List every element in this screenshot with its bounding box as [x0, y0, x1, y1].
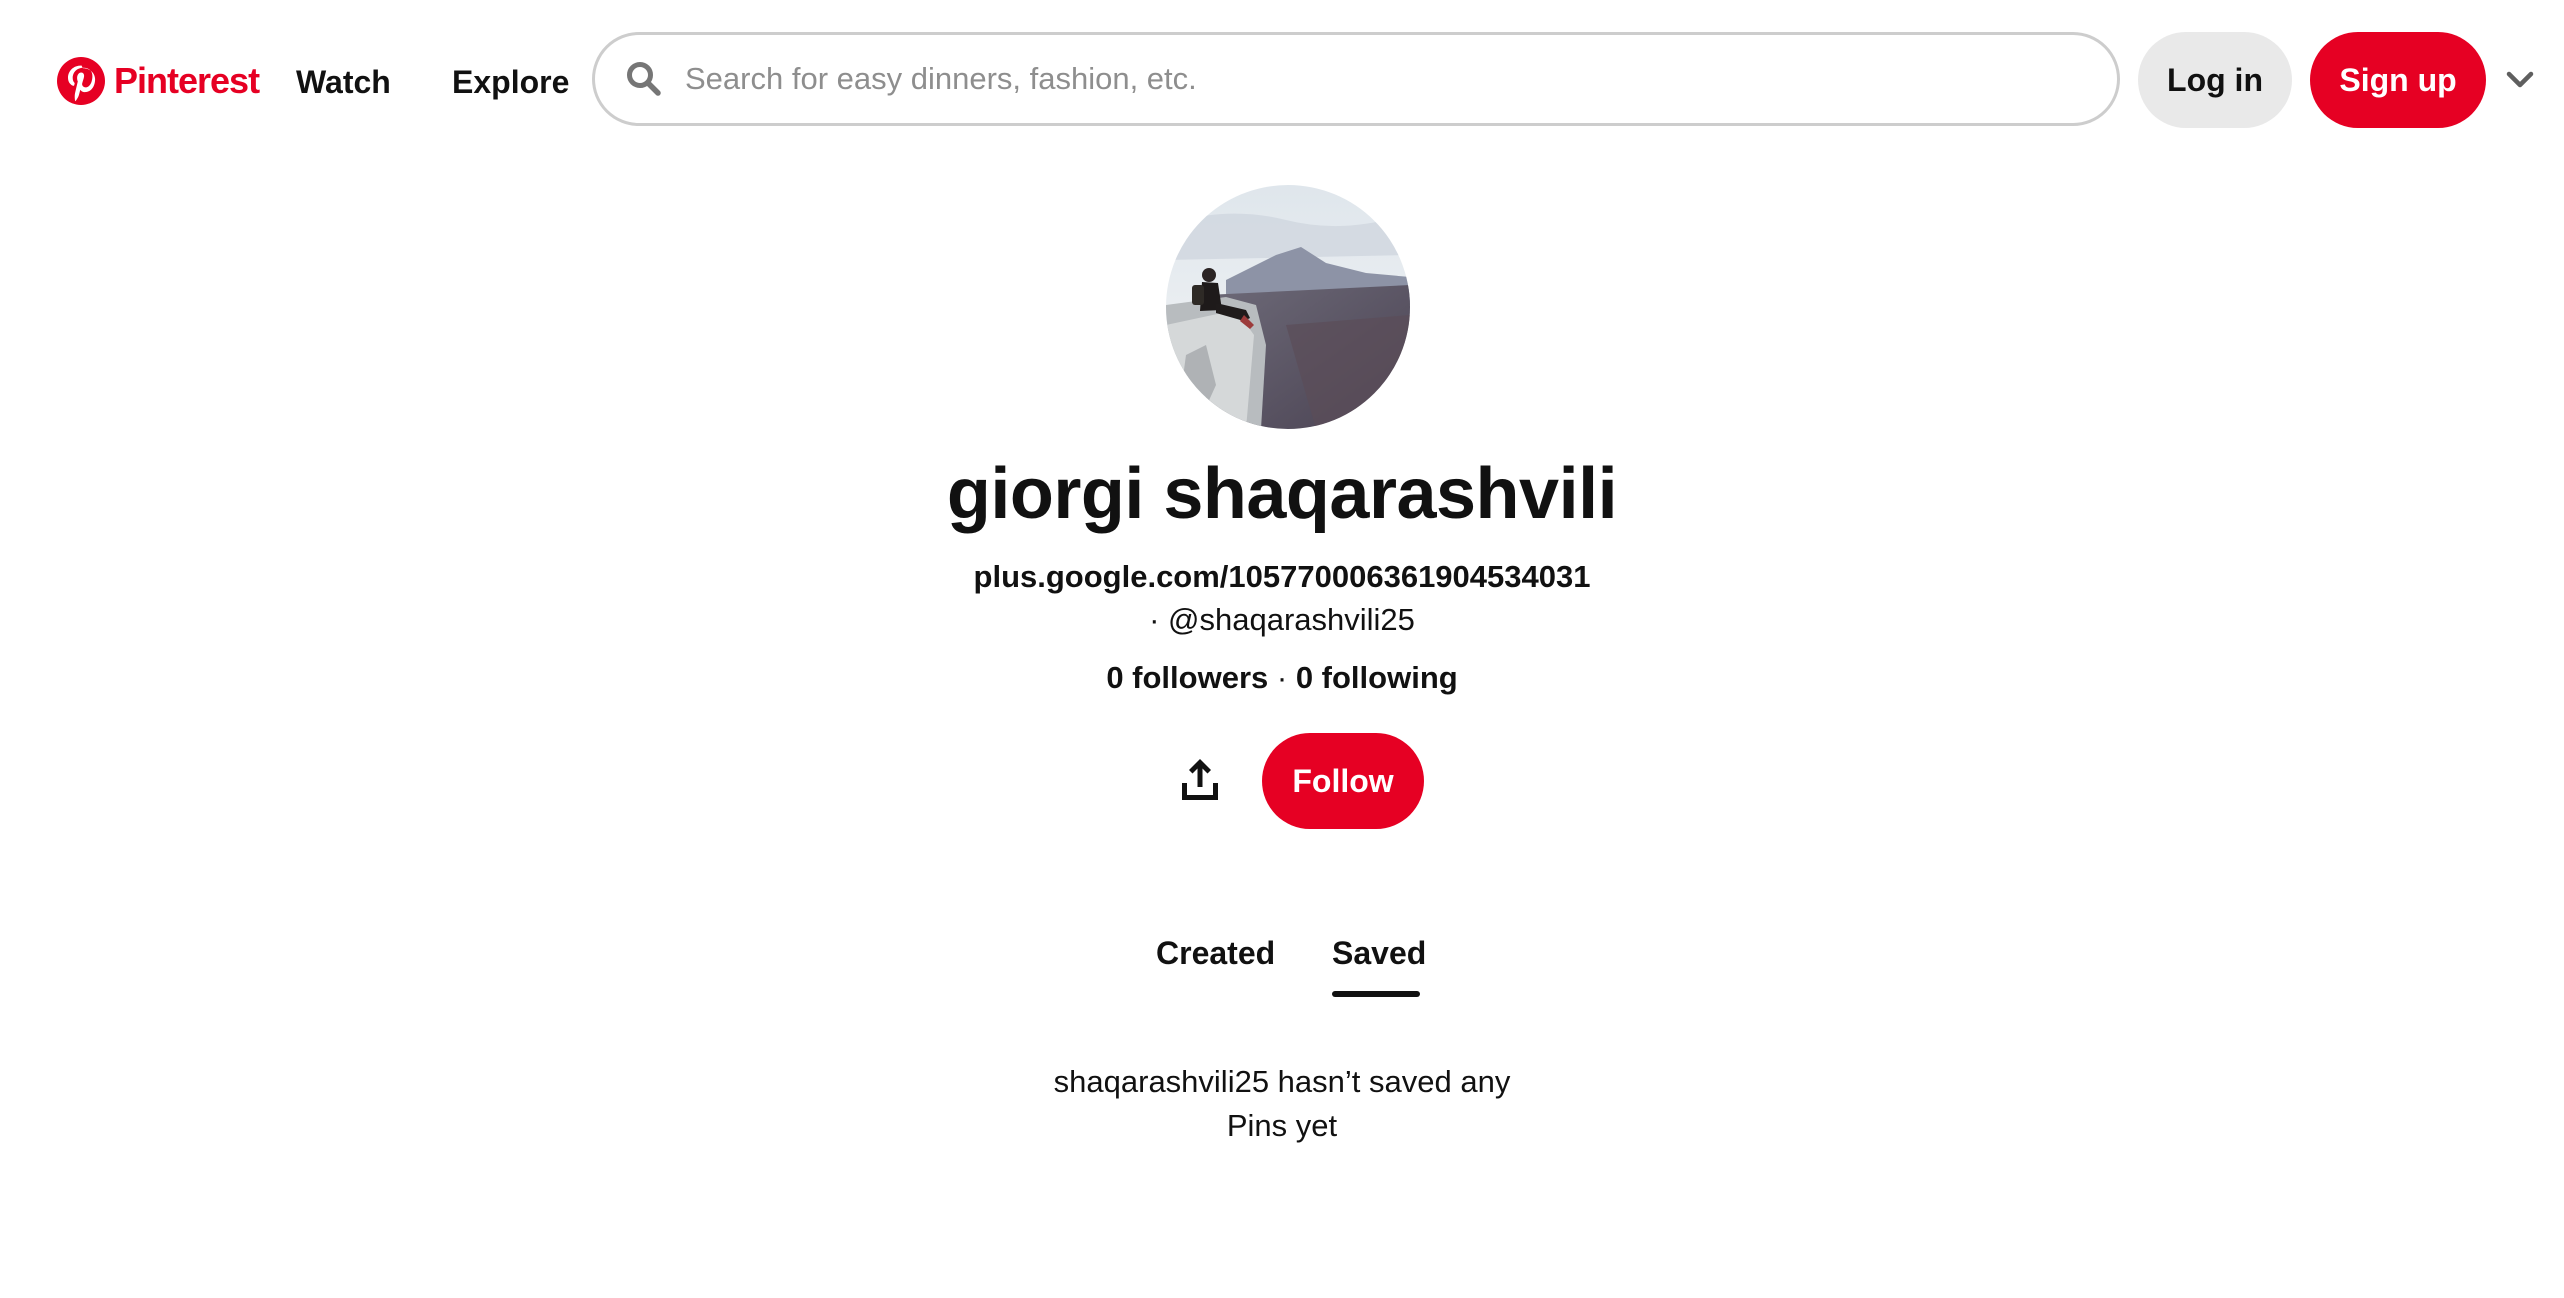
following-count[interactable]: 0 following [1296, 660, 1458, 695]
follow-button[interactable]: Follow [1262, 733, 1424, 829]
nav-explore-link[interactable]: Explore [452, 52, 569, 112]
profile-handle-line: · @shaqarashvili25 [0, 602, 2564, 638]
search-bar[interactable] [592, 32, 2120, 126]
active-tab-indicator [1332, 991, 1420, 997]
empty-state-line-1: shaqarashvili25 hasn’t saved any [1053, 1064, 1511, 1099]
top-navigation-bar: Pinterest Watch Explore Log in Sign up [0, 0, 2564, 165]
share-icon[interactable] [1176, 755, 1224, 803]
stats-separator: · [1268, 660, 1296, 695]
search-input[interactable] [683, 60, 2087, 98]
pinterest-logo[interactable]: Pinterest [56, 50, 260, 112]
login-button[interactable]: Log in [2138, 32, 2292, 128]
brand-name: Pinterest [114, 60, 260, 101]
nav-watch-link[interactable]: Watch [296, 52, 391, 112]
profile-handle: @shaqarashvili25 [1168, 602, 1415, 637]
followers-count[interactable]: 0 followers [1106, 660, 1268, 695]
avatar [1166, 185, 1410, 429]
chevron-down-icon[interactable] [2502, 62, 2538, 98]
handle-separator: · [1149, 602, 1169, 637]
search-icon [625, 60, 663, 98]
signup-button[interactable]: Sign up [2310, 32, 2486, 128]
profile-name: giorgi shaqarashvili [946, 454, 1618, 534]
tab-created[interactable]: Created [1156, 935, 1275, 1005]
empty-state-message: shaqarashvili25 hasn’t saved any Pins ye… [0, 1060, 2564, 1148]
follow-stats: 0 followers · 0 following [0, 660, 2564, 696]
pinterest-logo-icon [56, 56, 106, 106]
empty-state-line-2: Pins yet [1226, 1108, 1338, 1143]
profile-website-link[interactable]: plus.google.com/105770006361904534031 [0, 559, 2564, 595]
